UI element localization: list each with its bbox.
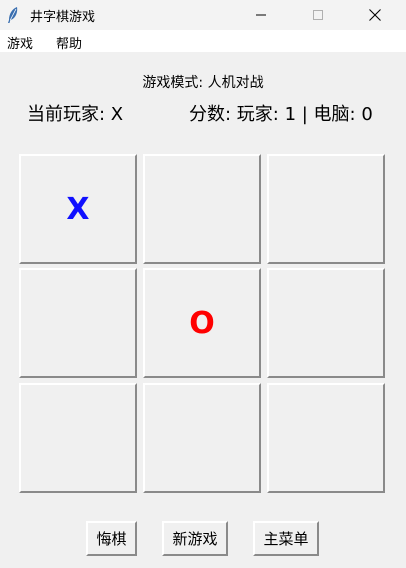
board-cell-1[interactable] (143, 154, 261, 264)
feather-icon (6, 6, 20, 24)
o-mark: O (189, 305, 215, 341)
undo-button[interactable]: 悔棋 (86, 521, 137, 556)
board-cell-0[interactable]: X (19, 154, 137, 264)
board-cell-8[interactable] (267, 383, 385, 493)
minimize-button[interactable] (238, 0, 284, 30)
board-cell-3[interactable] (19, 268, 137, 378)
x-mark: X (66, 191, 90, 227)
close-button[interactable] (352, 0, 398, 30)
close-icon (369, 9, 381, 21)
board-cell-5[interactable] (267, 268, 385, 378)
main-menu-button[interactable]: 主菜单 (253, 521, 319, 556)
board-cell-4[interactable]: O (143, 268, 261, 378)
menu-help[interactable]: 帮助 (56, 33, 82, 52)
minimize-icon (256, 14, 266, 16)
maximize-button[interactable] (295, 0, 341, 30)
score-label: 分数: 玩家: 1 | 电脑: 0 (189, 104, 373, 125)
menu-bar: 游戏 帮助 (0, 30, 406, 52)
game-mode-label: 游戏模式: 人机对战 (142, 75, 264, 91)
board-cell-6[interactable] (19, 383, 137, 493)
board-cell-7[interactable] (143, 383, 261, 493)
menu-game[interactable]: 游戏 (7, 33, 33, 52)
board-cell-2[interactable] (267, 154, 385, 264)
title-bar: 井字棋游戏 (0, 0, 406, 30)
window-title: 井字棋游戏 (30, 10, 96, 25)
new-game-button[interactable]: 新游戏 (162, 521, 228, 556)
current-player-label: 当前玩家: X (27, 104, 124, 125)
maximize-icon (313, 10, 323, 20)
